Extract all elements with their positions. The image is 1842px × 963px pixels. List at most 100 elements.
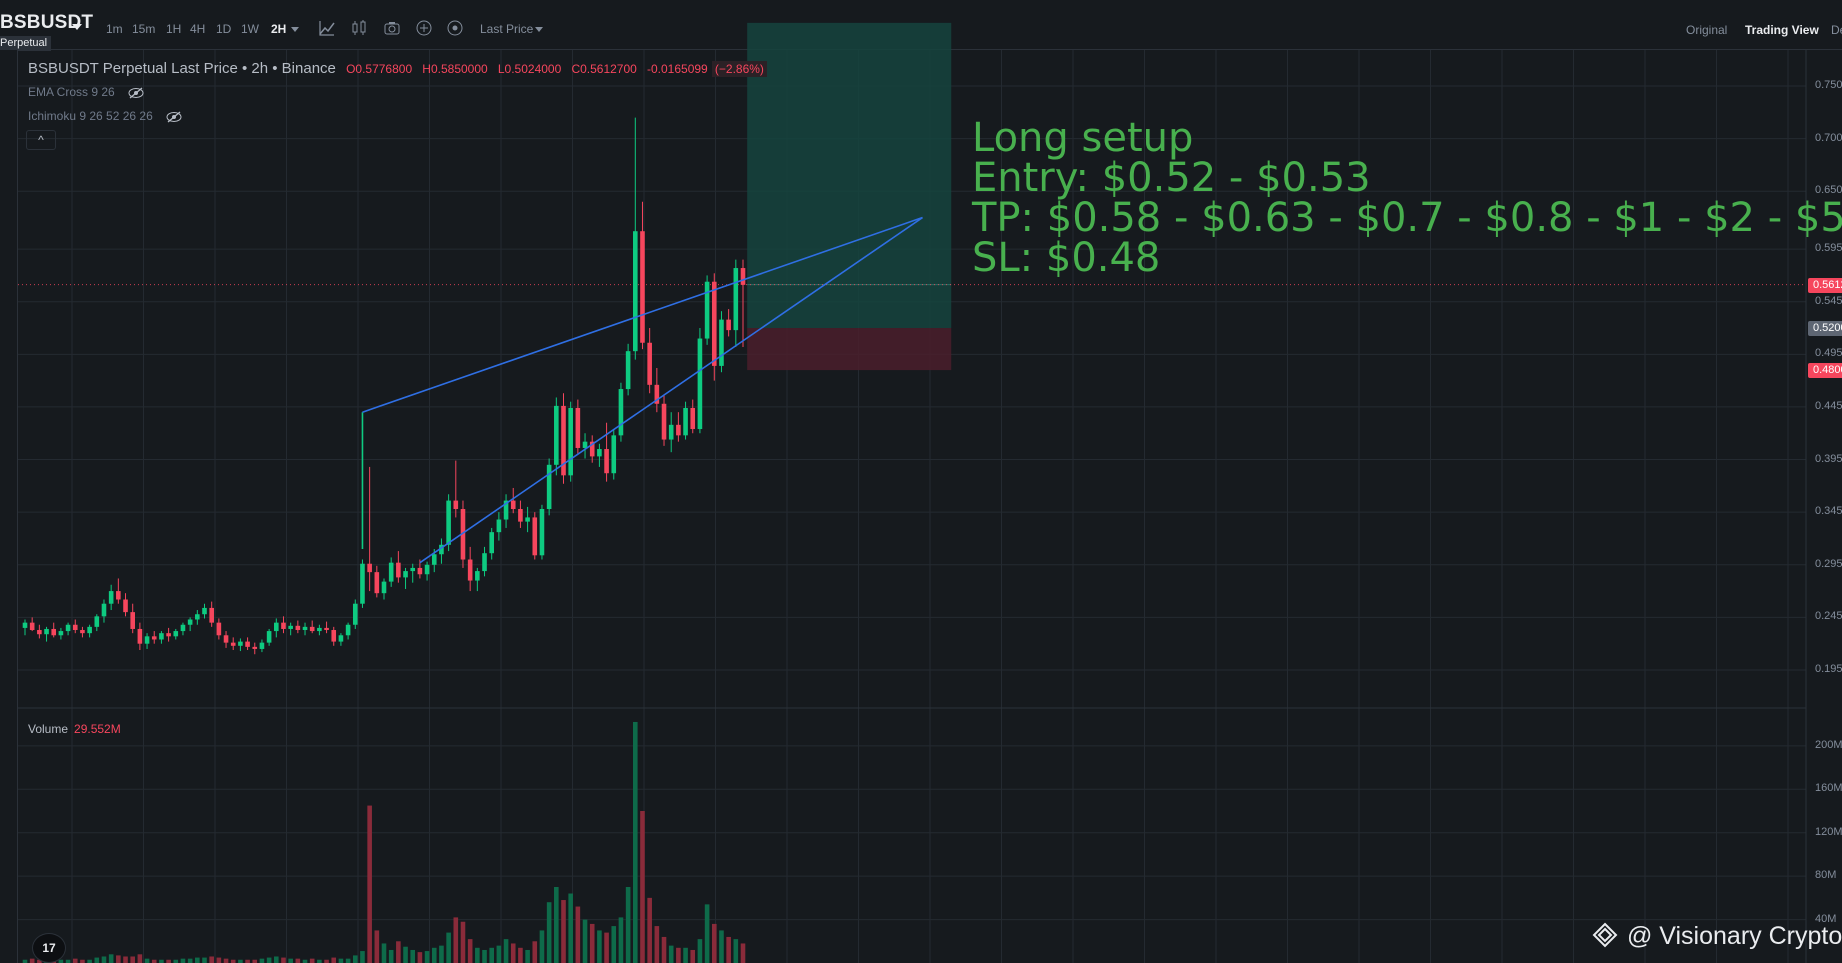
- candle-body: [475, 571, 480, 581]
- candle-body: [676, 424, 681, 436]
- candle-body: [281, 622, 286, 629]
- candle-body: [403, 571, 408, 578]
- candle-body: [223, 635, 229, 643]
- volume-legend: Volume 29.552M: [28, 722, 121, 736]
- volume-tick: 80M: [1815, 869, 1837, 882]
- volume-bar: [676, 947, 681, 963]
- volume-bar: [360, 951, 365, 963]
- volume-bar: [726, 936, 731, 963]
- volume-bar: [733, 939, 739, 963]
- hidden-eye-icon[interactable]: [166, 111, 182, 123]
- candle-body: [489, 532, 494, 554]
- setup-targets: TP: $0.58 - $0.63 - $0.7 - $0.8 - $1 - $…: [972, 195, 1842, 241]
- candle-body: [360, 563, 365, 604]
- legend-open: O0.5776800: [346, 62, 413, 76]
- candle-body: [108, 591, 114, 604]
- candle-body: [295, 625, 301, 631]
- candle-body: [374, 572, 380, 594]
- volume-bar: [704, 904, 710, 963]
- volume-bar: [503, 939, 509, 963]
- price-tick: 0.7500: [1815, 79, 1842, 91]
- candle-body: [568, 407, 573, 476]
- candle-body: [151, 636, 157, 640]
- candle-body: [302, 626, 308, 631]
- price-tick: 0.7000: [1815, 131, 1842, 144]
- candle-body: [704, 281, 710, 339]
- candle-body: [697, 338, 703, 430]
- volume-bar: [532, 941, 538, 963]
- candle-body: [539, 509, 545, 556]
- candle-body: [719, 319, 724, 366]
- volume-bar: [489, 947, 494, 963]
- indicator-ema-label: EMA Cross 9 26: [28, 85, 115, 99]
- binance-logo-icon: [1592, 922, 1618, 948]
- candle-body: [575, 407, 581, 448]
- tradingview-logo[interactable]: 17: [32, 933, 66, 963]
- volume-bar: [640, 811, 645, 963]
- volume-bar: [654, 926, 660, 963]
- candle-body: [209, 607, 214, 623]
- candle-body: [180, 624, 186, 632]
- volume-bar: [338, 958, 344, 963]
- candle-body: [661, 403, 667, 440]
- volume-bar: [352, 955, 358, 963]
- volume-bar: [137, 954, 143, 963]
- trendline: [419, 216, 923, 564]
- candle-body: [467, 559, 473, 581]
- legend-low: L0.5024000: [497, 62, 562, 76]
- price-tick: 0.5950: [1815, 242, 1842, 255]
- volume-bar: [288, 958, 293, 963]
- volume-bar: [180, 958, 186, 963]
- volume-bar: [130, 956, 135, 963]
- price-tick: 0.3450: [1815, 505, 1842, 518]
- trade-setup-annotation: Long setup Entry: $0.52 - $0.53 TP: $0.5…: [972, 118, 1842, 278]
- volume-tick: 120M: [1815, 825, 1842, 838]
- volume-bar: [281, 957, 286, 963]
- candle-body: [101, 603, 107, 617]
- candle-body: [410, 567, 416, 572]
- collapse-legend-button[interactable]: ^: [26, 130, 56, 150]
- indicator-ema-cross[interactable]: EMA Cross 9 26: [28, 85, 144, 99]
- candle-body: [625, 351, 631, 390]
- indicator-ichimoku[interactable]: Ichimoku 9 26 52 26 26: [28, 109, 182, 123]
- volume-bar: [388, 949, 394, 963]
- candle-body: [740, 268, 746, 285]
- price-tick: 0.5450: [1815, 294, 1842, 307]
- volume-bar: [697, 939, 703, 963]
- candle-body: [144, 636, 150, 644]
- candle-body: [274, 622, 279, 632]
- candle-body: [130, 612, 135, 629]
- stop-zone: [747, 328, 952, 371]
- candle-body: [324, 627, 329, 631]
- hidden-eye-icon[interactable]: [128, 87, 144, 99]
- volume-bar: [424, 951, 430, 963]
- candle-body: [733, 268, 739, 331]
- candle-body: [726, 319, 731, 331]
- candle-body: [647, 342, 652, 385]
- candle-body: [388, 562, 394, 582]
- volume-bar: [618, 917, 624, 963]
- watermark-text: @ Visionary Crypto: [1626, 922, 1842, 950]
- volume-bar: [202, 957, 207, 963]
- candle-body: [123, 599, 128, 613]
- price-tick: 0.6500: [1815, 184, 1842, 197]
- candle-body: [381, 581, 387, 594]
- candle-body: [633, 231, 638, 352]
- volume-bar: [345, 958, 351, 963]
- volume-bar: [403, 946, 408, 963]
- candle-body: [22, 622, 28, 628]
- candle-body: [331, 630, 337, 642]
- volume-bar: [633, 721, 638, 963]
- volume-bar: [309, 958, 315, 963]
- candle-body: [80, 630, 85, 634]
- candle-body: [72, 624, 78, 631]
- candle-body: [266, 631, 272, 643]
- volume-bar: [740, 943, 746, 963]
- candle-body: [288, 625, 293, 629]
- legend-title: BSBUSDT Perpetual Last Price • 2h • Bina…: [28, 60, 336, 77]
- author-watermark: @ Visionary Crypto: [1592, 922, 1842, 951]
- volume-bar: [116, 955, 121, 963]
- volume-bar: [604, 932, 609, 963]
- candle-body: [166, 633, 171, 637]
- volume-bar: [439, 945, 444, 963]
